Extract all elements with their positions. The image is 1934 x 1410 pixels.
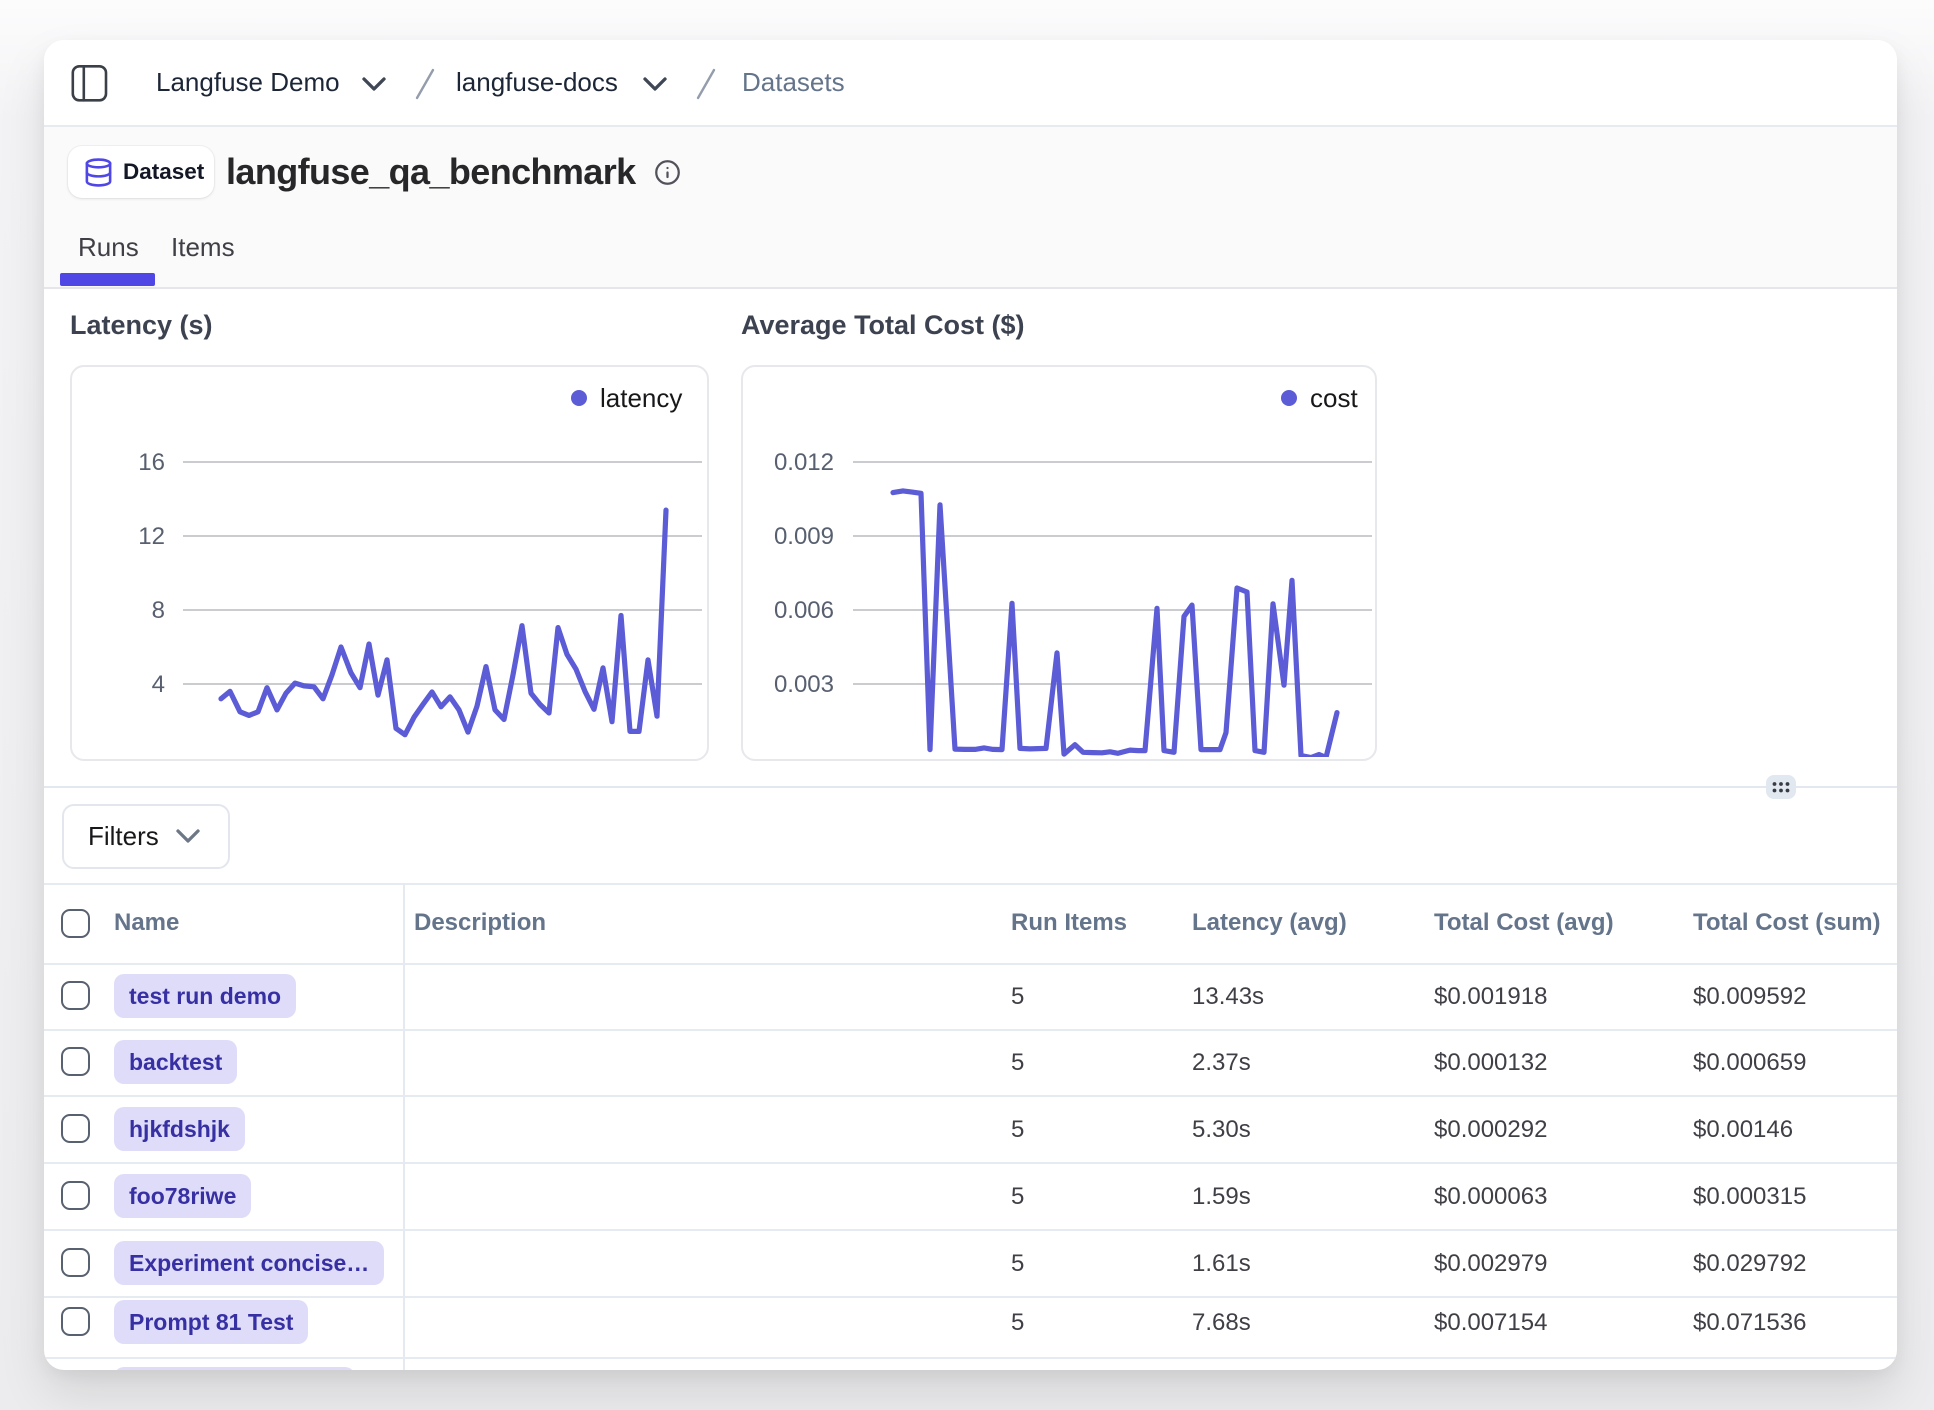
svg-text:4: 4 xyxy=(152,671,165,698)
svg-text:16: 16 xyxy=(138,449,165,476)
svg-text:latency: latency xyxy=(600,383,682,413)
svg-text:0.012: 0.012 xyxy=(774,449,834,476)
svg-text:8: 8 xyxy=(152,597,165,624)
svg-text:0.006: 0.006 xyxy=(774,597,834,624)
svg-text:0.003: 0.003 xyxy=(774,671,834,698)
svg-text:cost: cost xyxy=(1310,383,1358,413)
svg-text:12: 12 xyxy=(138,523,165,550)
svg-text:0.009: 0.009 xyxy=(774,523,834,550)
